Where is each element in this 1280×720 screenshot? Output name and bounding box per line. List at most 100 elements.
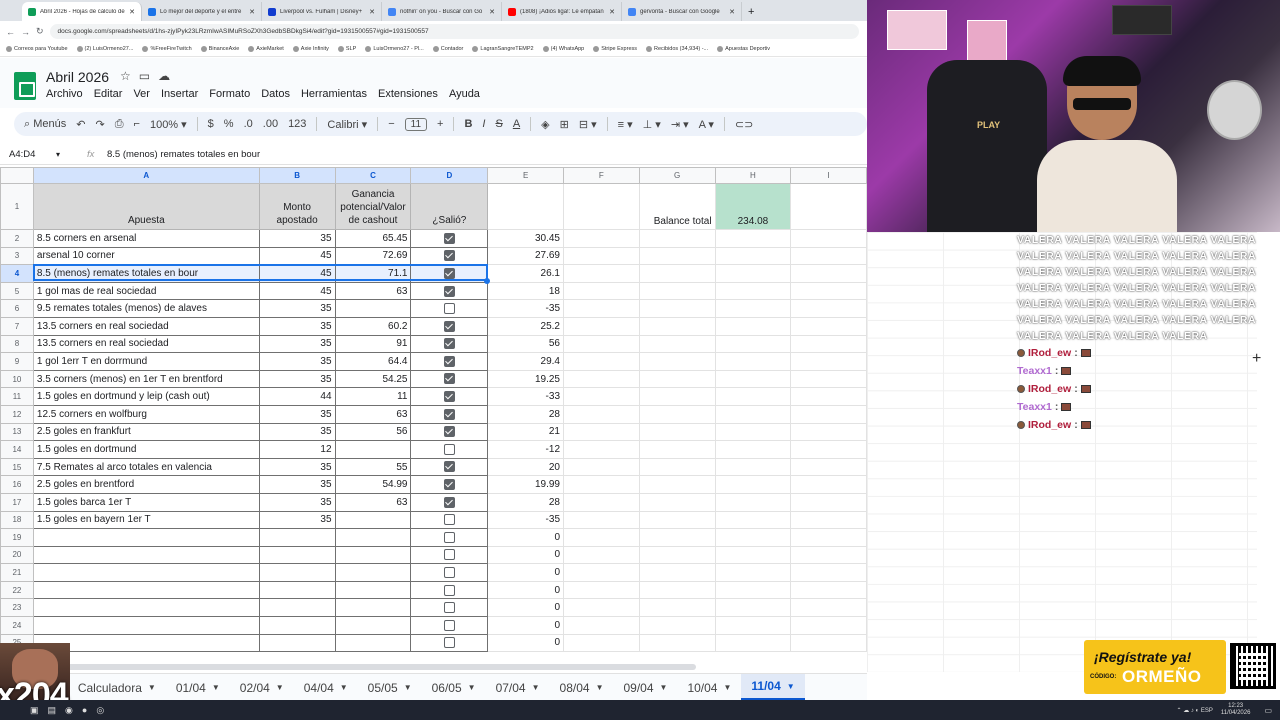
cell-ganancia[interactable] <box>334 299 412 318</box>
checkbox[interactable] <box>443 584 455 596</box>
menu-ver[interactable]: Ver <box>133 88 150 100</box>
cell[interactable] <box>563 457 640 477</box>
row-header[interactable]: 9 <box>0 352 34 371</box>
cell[interactable] <box>714 475 792 494</box>
menu-insertar[interactable]: Insertar <box>161 88 198 100</box>
checkbox[interactable] <box>443 373 455 385</box>
cell-balance[interactable]: 0 <box>487 633 564 653</box>
cell[interactable] <box>638 510 716 530</box>
cell[interactable] <box>714 563 792 582</box>
notification-icon[interactable]: ▭ <box>1264 706 1272 715</box>
cell[interactable] <box>563 299 640 318</box>
bookmark-item[interactable]: LagranSangreTEMP2 <box>472 46 534 52</box>
fill-color-icon[interactable]: ◈ <box>541 118 549 131</box>
increase-decimal-button[interactable]: .00 <box>263 118 278 130</box>
cell-ganancia[interactable] <box>334 563 412 582</box>
column-header-a[interactable]: A <box>32 167 260 184</box>
row-header[interactable]: 4 <box>0 264 34 283</box>
redo-icon[interactable]: ↷ <box>95 118 104 131</box>
cell[interactable] <box>563 316 640 336</box>
checkbox[interactable] <box>443 514 455 526</box>
cell[interactable] <box>563 404 640 424</box>
cell-monto[interactable] <box>258 528 336 547</box>
cell-balance[interactable]: -35 <box>487 510 564 530</box>
sheet-tab[interactable]: Calculadora ▼ <box>68 674 166 701</box>
bookmark-item[interactable]: AxieMarket <box>248 46 284 52</box>
cell-ganancia[interactable]: 60.2 <box>334 316 412 336</box>
cell-balance[interactable]: 19.99 <box>487 475 564 494</box>
cell-balance[interactable]: -12 <box>487 440 564 459</box>
cell-apuesta[interactable]: 8.5 (menos) remates totales en bour <box>32 264 260 283</box>
cell[interactable] <box>790 334 867 354</box>
cell[interactable] <box>714 229 792 248</box>
cell-balance[interactable]: 28 <box>487 492 564 512</box>
cell[interactable] <box>638 580 716 600</box>
row-header[interactable]: 7 <box>0 316 34 336</box>
cell-apuesta[interactable]: 7.5 Remates al arco totales en valencia <box>32 457 260 477</box>
cell[interactable] <box>563 369 640 389</box>
bookmark-item[interactable]: %FreeFireTwitch <box>142 46 192 52</box>
text-color-button[interactable]: A <box>513 118 520 130</box>
cell-apuesta[interactable]: 1.5 goles barca 1er T <box>32 492 260 512</box>
taskview-icon[interactable]: ▣ <box>30 705 48 715</box>
cell-ganancia[interactable] <box>334 440 412 459</box>
cell[interactable] <box>638 563 716 582</box>
row-header[interactable]: 21 <box>0 563 34 582</box>
cell-ganancia[interactable]: 56 <box>334 422 412 442</box>
cell-ganancia[interactable]: 63 <box>334 404 412 424</box>
close-icon[interactable]: ✕ <box>129 8 135 16</box>
cell[interactable] <box>790 281 867 301</box>
column-header-h[interactable]: H <box>714 167 792 184</box>
row-header[interactable]: 15 <box>0 457 34 477</box>
cell-ganancia[interactable] <box>334 598 412 618</box>
checkbox[interactable] <box>443 320 455 332</box>
cell-monto[interactable]: 35 <box>258 422 336 442</box>
cell-apuesta[interactable]: 1 gol 1err T en dorrmund <box>32 352 260 371</box>
cell[interactable] <box>563 387 640 406</box>
cell[interactable] <box>563 246 640 266</box>
sheet-tab[interactable]: 09/04 ▼ <box>613 674 677 701</box>
print-icon[interactable]: ⎙ <box>115 118 124 131</box>
cell-ganancia[interactable]: 64.4 <box>334 352 412 371</box>
file-explorer-icon[interactable]: ▤ <box>48 705 66 715</box>
cell-balance[interactable]: 18 <box>487 281 564 301</box>
cell-apuesta[interactable]: 1.5 goles en bayern 1er T <box>32 510 260 530</box>
cell-monto[interactable] <box>258 616 336 635</box>
cell[interactable] <box>638 299 716 318</box>
cell[interactable] <box>563 475 640 494</box>
checkbox[interactable] <box>443 461 455 473</box>
cell-monto[interactable]: 44 <box>258 387 336 406</box>
cell-monto[interactable]: 35 <box>258 316 336 336</box>
cell-apuesta[interactable]: 1 gol mas de real sociedad <box>32 281 260 301</box>
doc-title[interactable]: Abril 2026 <box>46 69 109 85</box>
cell[interactable] <box>638 352 716 371</box>
chat-username[interactable]: IRod_ew <box>1028 345 1071 361</box>
bookmark-item[interactable]: SLP <box>337 46 356 52</box>
balance-label[interactable]: Balance total <box>638 183 716 230</box>
cell-apuesta[interactable] <box>32 528 260 547</box>
cell[interactable] <box>638 369 716 389</box>
cell-ganancia[interactable]: 91 <box>334 334 412 354</box>
cell-monto[interactable]: 35 <box>258 510 336 530</box>
menu-extensiones[interactable]: Extensiones <box>378 88 438 100</box>
checkbox[interactable] <box>443 531 455 543</box>
column-header-g[interactable]: G <box>638 167 716 184</box>
checkbox[interactable] <box>443 232 455 244</box>
cell-monto[interactable]: 35 <box>258 492 336 512</box>
cell[interactable] <box>714 545 792 565</box>
cell-monto[interactable]: 35 <box>258 229 336 248</box>
cell[interactable] <box>714 616 792 635</box>
row-header[interactable]: 23 <box>0 598 34 618</box>
checkbox[interactable] <box>443 285 455 297</box>
cell-balance[interactable]: 56 <box>487 334 564 354</box>
cell-ganancia[interactable]: 54.25 <box>334 369 412 389</box>
cell[interactable] <box>714 264 792 283</box>
cell[interactable] <box>790 422 867 442</box>
cell[interactable] <box>714 580 792 600</box>
checkbox[interactable] <box>443 479 455 491</box>
cell[interactable] <box>638 387 716 406</box>
cell-balance[interactable]: 0 <box>487 616 564 635</box>
menu-ayuda[interactable]: Ayuda <box>449 88 480 100</box>
cell[interactable] <box>638 281 716 301</box>
cell[interactable] <box>563 352 640 371</box>
